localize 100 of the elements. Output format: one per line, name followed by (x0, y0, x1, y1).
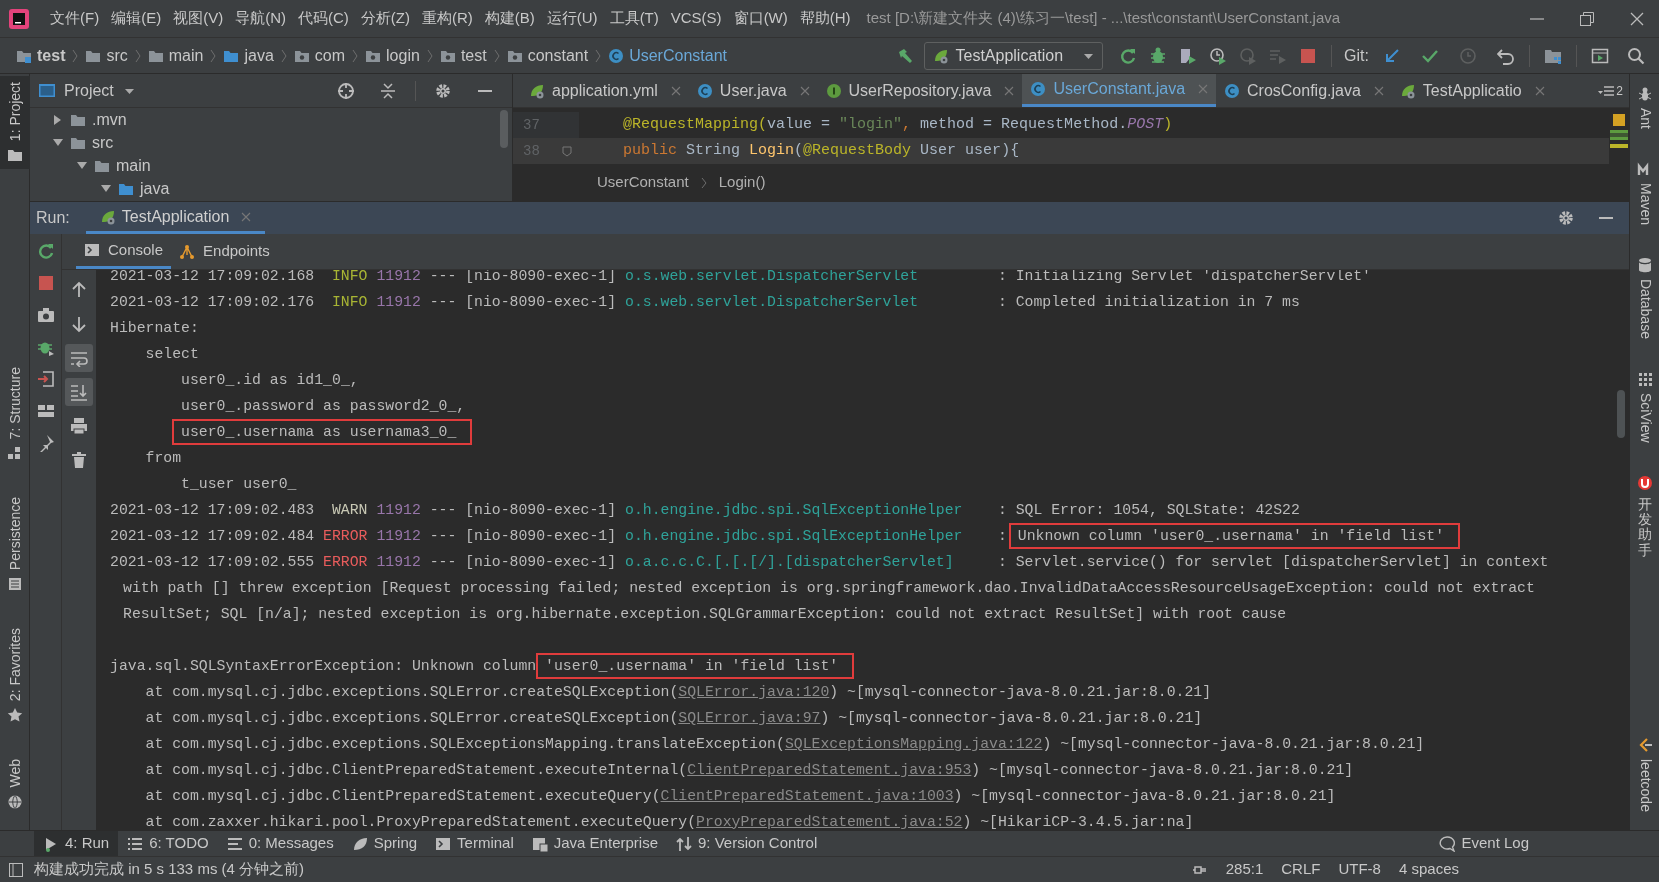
soft-wrap-button[interactable] (65, 344, 93, 372)
menu-item[interactable]: 构建(B) (478, 7, 541, 30)
status-item[interactable]: CRLF (1281, 858, 1321, 881)
breadcrumb-item[interactable]: UserConstant (604, 43, 731, 68)
menu-item[interactable]: 工具(T) (603, 7, 665, 30)
menu-item[interactable]: 帮助(H) (793, 7, 857, 30)
tool-window-button[interactable]: 6: TODO (118, 831, 218, 856)
tool-window-tab[interactable]: Persistence (0, 491, 30, 599)
tool-window-tab[interactable]: Maven (1630, 155, 1659, 232)
tab-overflow-button[interactable]: 2 (1598, 74, 1629, 107)
collapse-icon[interactable] (379, 81, 397, 100)
tool-window-tab[interactable]: Database (1630, 251, 1659, 345)
run-window-icon[interactable] (1591, 46, 1609, 65)
layout-toggle-icon[interactable] (8, 861, 24, 878)
breadcrumb-item[interactable]: src (81, 43, 132, 68)
source-link[interactable]: SQLError.java:120 (678, 680, 830, 704)
warning-marker[interactable] (1613, 114, 1625, 126)
tool-window-button[interactable]: 9: Version Control (667, 831, 827, 856)
breadcrumb-item[interactable]: constant (502, 43, 593, 68)
tool-window-tab[interactable]: 1: Project (0, 76, 30, 170)
bug-icon[interactable] (1149, 46, 1168, 65)
tool-window-tab[interactable]: Web (0, 753, 30, 816)
breadcrumb-item[interactable]: java (219, 43, 278, 68)
menu-item[interactable]: 编辑(E) (105, 7, 168, 30)
source-link[interactable]: ClientPreparedStatement.java:953 (687, 758, 972, 782)
status-item[interactable]: UTF-8 (1338, 858, 1381, 881)
tool-window-tab[interactable]: 2: Favorites (0, 622, 30, 730)
menu-item[interactable]: 窗口(W) (727, 7, 794, 30)
close-icon[interactable] (1004, 85, 1015, 96)
menu-item[interactable]: 文件(F) (44, 7, 106, 30)
tool-window-button[interactable]: Java Enterprise (522, 831, 667, 856)
exit-icon[interactable] (36, 370, 55, 388)
tool-window-tab[interactable]: leetcode (1630, 731, 1659, 818)
close-icon[interactable] (1534, 85, 1545, 96)
tree-item[interactable]: .mvn (30, 108, 512, 131)
status-item[interactable]: 4 spaces (1398, 858, 1459, 881)
menu-item[interactable]: 代码(C) (292, 7, 355, 30)
close-icon[interactable] (799, 85, 810, 96)
close-icon[interactable] (1629, 10, 1645, 27)
target-icon[interactable] (337, 81, 355, 100)
tool-window-tab[interactable]: 7: Structure (0, 360, 30, 468)
tool-window-tab[interactable]: 开发助手 (1630, 468, 1659, 565)
source-link[interactable]: ClientPreparedStatement.java:1003 (660, 784, 954, 808)
menu-item[interactable]: 运行(U) (540, 7, 604, 30)
source-link[interactable]: SQLExceptionsMapping.java:122 (784, 732, 1043, 756)
scrollbar-thumb[interactable] (1617, 390, 1625, 438)
editor-tab[interactable]: application.yml (521, 74, 689, 107)
tree-item[interactable]: src (30, 131, 512, 154)
editor-tab[interactable]: TestApplicatio (1391, 74, 1553, 107)
source-link[interactable]: SQLError.java:97 (678, 706, 821, 730)
layout-icon[interactable] (36, 402, 55, 420)
hammer-icon[interactable] (896, 46, 915, 65)
stop-icon[interactable] (36, 274, 55, 292)
search-icon[interactable] (1627, 46, 1645, 65)
menu-item[interactable]: 分析(Z) (354, 7, 416, 30)
rollback-icon[interactable] (1497, 46, 1515, 65)
tool-window-button[interactable]: 4: Run (34, 831, 119, 856)
breadcrumb-item[interactable]: test (12, 43, 70, 68)
trash-icon (70, 451, 88, 469)
breadcrumb-item[interactable]: test (435, 43, 491, 68)
menu-item[interactable]: 导航(N) (229, 7, 292, 30)
profiler-icon[interactable] (1209, 46, 1228, 65)
update-arrow-icon[interactable] (1383, 46, 1401, 65)
change-marker[interactable] (1610, 144, 1628, 148)
console-tab[interactable]: Endpoints (171, 234, 278, 269)
tree-item[interactable]: main (30, 154, 512, 177)
menu-item[interactable]: 重构(R) (415, 7, 479, 30)
tool-window-button[interactable]: Terminal (426, 831, 523, 856)
rerun-icon[interactable] (36, 242, 55, 260)
tool-window-tab[interactable]: Ant (1630, 80, 1659, 135)
editor-tab[interactable]: CrosConfig.java (1216, 74, 1392, 107)
stop-icon[interactable] (1299, 46, 1318, 65)
change-marker[interactable] (1610, 130, 1628, 140)
fold-marker-icon[interactable] (561, 145, 572, 157)
rerun-icon[interactable] (1119, 46, 1138, 65)
tree-item[interactable]: java (30, 177, 512, 200)
tool-window-button[interactable]: 0: Messages (217, 831, 343, 856)
breadcrumb-item[interactable]: login (361, 43, 424, 68)
status-item[interactable]: 285:1 (1225, 858, 1264, 881)
breadcrumb-item[interactable]: UserConstant (597, 171, 689, 194)
run-config-dropdown[interactable]: TestApplication (924, 41, 1104, 70)
close-icon[interactable] (670, 85, 681, 96)
breadcrumb-item[interactable]: Login() (718, 171, 766, 194)
caret-icon[interactable] (123, 86, 135, 95)
breadcrumb-item[interactable]: main (143, 43, 208, 68)
source-link[interactable]: ProxyPreparedStatement.java:52 (696, 810, 963, 830)
camera-icon[interactable] (36, 306, 55, 324)
tool-window-button[interactable]: Spring (342, 831, 427, 856)
tool-window-tab[interactable]: SciView (1630, 365, 1659, 449)
scroll-to-end-button[interactable] (65, 378, 93, 406)
restore-icon[interactable] (1579, 10, 1595, 27)
close-icon[interactable] (1373, 85, 1384, 96)
breadcrumb-item[interactable]: com (289, 43, 350, 68)
menu-item[interactable]: VCS(S) (664, 7, 728, 30)
menu-item[interactable]: 视图(V) (167, 7, 230, 30)
scrollbar-thumb[interactable] (500, 110, 508, 148)
event-log-button[interactable]: Event Log (1439, 831, 1659, 856)
editor-tab[interactable]: UserRepository.java (817, 74, 1023, 107)
editor-tab[interactable]: User.java (688, 74, 818, 107)
coverage-icon[interactable] (1179, 46, 1198, 65)
